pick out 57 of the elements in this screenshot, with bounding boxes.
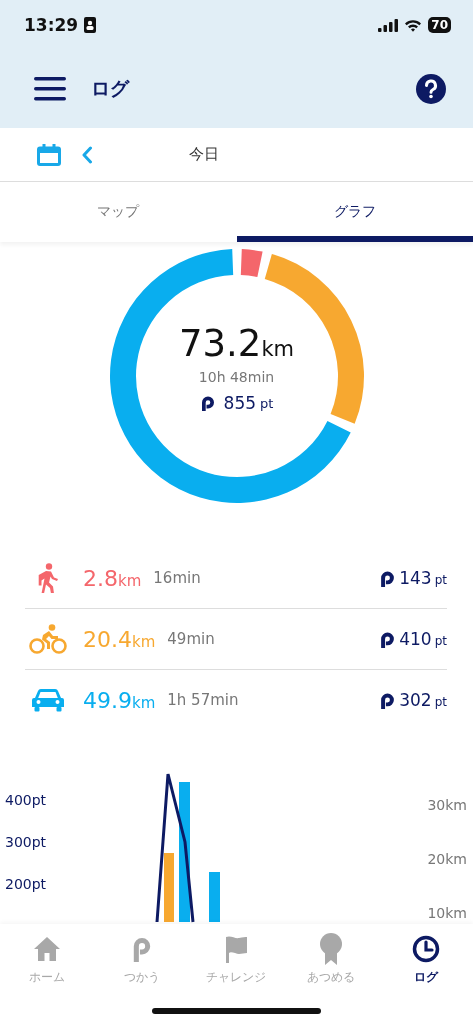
clock-icon	[411, 934, 440, 964]
points-unit: pt	[434, 573, 447, 587]
points-icon	[199, 395, 216, 411]
badge-icon	[84, 17, 97, 33]
help-icon[interactable]	[416, 74, 446, 104]
nav-tab[interactable]: あつめる	[283, 930, 379, 992]
mode-points: 410	[399, 629, 432, 649]
mode-distance: 49.9	[83, 687, 132, 713]
distance-unit: km	[132, 693, 156, 712]
signal-icon	[378, 18, 399, 32]
mode-duration: 49min	[167, 630, 216, 648]
mode-duration: 1h 57min	[167, 691, 240, 709]
points-unit: pt	[434, 695, 447, 709]
axis-tick-label: 400pt	[5, 792, 47, 808]
axis-tick-label: 200pt	[5, 876, 47, 892]
axis-tick-label: 300pt	[5, 834, 47, 850]
nav-label: チャレンジ	[206, 969, 267, 986]
medal-icon	[319, 934, 344, 964]
status-time: 13:29	[24, 15, 79, 35]
tab[interactable]: グラフ	[236, 182, 473, 242]
points-icon	[379, 630, 397, 648]
mode-duration: 16min	[153, 569, 202, 587]
mode-distance: 20.4	[83, 626, 132, 652]
nav-label: ログ	[413, 969, 438, 986]
nav-label: ホーム	[29, 969, 66, 986]
axis-tick-label: 10km	[427, 905, 467, 921]
flag-icon	[224, 934, 249, 964]
distance-unit: km	[132, 632, 156, 651]
total-distance: 73.2	[179, 322, 262, 365]
points-unit: pt	[434, 634, 447, 648]
nav-label: つかう	[123, 969, 160, 986]
nav-tab[interactable]: ログ	[378, 930, 473, 992]
nav-tab[interactable]: チャレンジ	[189, 930, 284, 992]
home-icon	[33, 934, 62, 964]
points-icon	[379, 569, 397, 587]
calendar-icon[interactable]	[37, 143, 61, 166]
tab[interactable]: マップ	[0, 182, 237, 242]
menu-icon[interactable]	[34, 77, 66, 101]
nav-tab[interactable]: つかう	[94, 930, 190, 992]
points-unit: pt	[260, 395, 274, 411]
battery-level: 70	[431, 18, 448, 32]
axis-tick-label: 20km	[427, 851, 467, 867]
mode-points: 302	[399, 690, 432, 710]
date-label: 今日	[189, 145, 219, 164]
total-points: 855	[223, 393, 257, 413]
points-icon	[379, 691, 397, 709]
mode-distance: 2.8	[83, 565, 118, 591]
nav-tab[interactable]: ホーム	[0, 930, 95, 992]
distance-unit: km	[118, 571, 142, 590]
total-duration: 10h 48min	[198, 369, 275, 385]
page-title: ログ	[91, 76, 131, 101]
mode-points: 143	[399, 568, 432, 588]
back-chevron-icon[interactable]	[81, 145, 93, 164]
wifi-icon	[404, 18, 423, 32]
axis-tick-label: 30km	[427, 797, 467, 813]
nav-label: あつめる	[307, 969, 356, 986]
distance-unit: km	[261, 337, 294, 361]
